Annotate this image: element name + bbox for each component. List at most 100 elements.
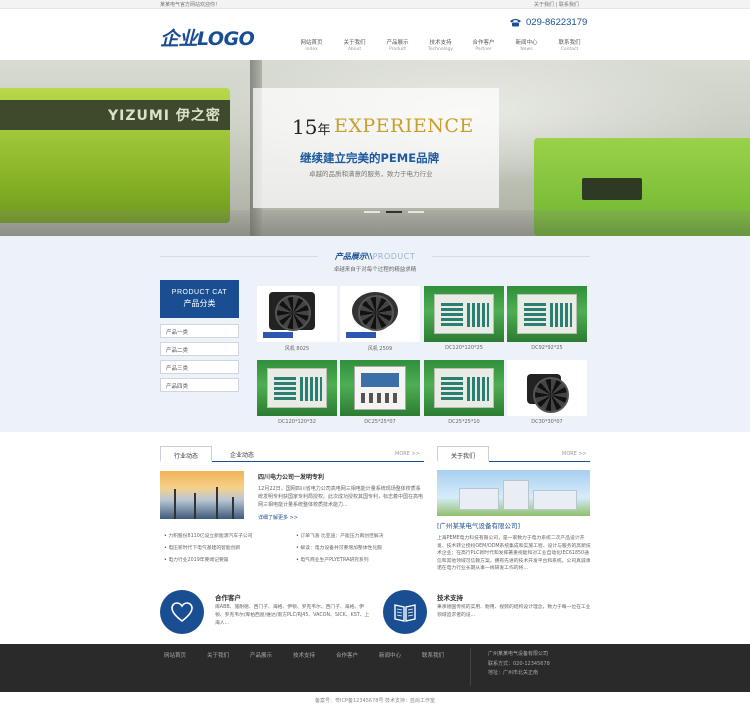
support-text: 秉承德国传统的实用、耐用、视频的结构设计理念，致力于每一位在工业领域追求者的设.… (437, 605, 591, 618)
device-image (434, 294, 494, 334)
nav-item-index[interactable]: 网站首页 Index (290, 40, 333, 53)
footer-link[interactable]: 联系我们 (422, 651, 465, 659)
footer-link[interactable]: 技术支持 (293, 651, 336, 659)
news-list-item[interactable]: 电压新时代下电气基建的智能创新 (164, 544, 240, 551)
product-card[interactable]: DC92*92*25 (507, 286, 587, 351)
product-caption[interactable]: DC25*25*07 (340, 419, 420, 425)
news-list-item[interactable]: 电气商业生产PLYETRA研究系列 (296, 556, 368, 563)
category-item[interactable]: 产品三类 (160, 360, 239, 374)
product-image[interactable] (257, 286, 337, 342)
slider-dots (364, 211, 424, 213)
fan-image (269, 292, 315, 331)
main-nav: 网站首页 Index 关于我们 About 产品展示 Product 技术支持 Tech… (290, 40, 591, 53)
fan-image (527, 374, 569, 413)
heart-icon (171, 602, 193, 623)
device-image (434, 368, 494, 408)
about-text: 上海PEME电力科技有限公司，是一家致力于电力系统二次产品设计开发、技术转让授权… (437, 536, 591, 571)
machine-brand-text: YIZUMI 伊之密 (108, 108, 221, 124)
footer-link[interactable]: 新闻中心 (379, 651, 422, 659)
footer-link[interactable]: 产品展示 (250, 651, 293, 659)
product-image[interactable] (507, 360, 587, 416)
slider-dot-active[interactable] (386, 211, 402, 213)
nav-item-contact[interactable]: 联系我们 Contact (548, 40, 591, 53)
partners-badge (160, 590, 204, 634)
product-image[interactable] (340, 360, 420, 416)
nav-item-technology[interactable]: 技术支持 Technology (419, 40, 462, 53)
product-card[interactable]: DC25*25*07 (340, 360, 420, 425)
banner-overlay (253, 88, 499, 208)
product-image[interactable] (257, 360, 337, 416)
banner-experience: EXPERIENCE (334, 115, 474, 137)
product-caption[interactable]: DC120*120*25 (424, 345, 504, 351)
phone-block: 029-86223179 (509, 17, 587, 28)
phone-number: 029-86223179 (526, 17, 588, 28)
footer-nav: 网站首页 关于我们 产品展示 技术支持 合作客户 新闻中心 联系我们 (164, 651, 465, 659)
footer-phone: 联系方式：020-12345678 (488, 660, 550, 667)
product-image[interactable] (424, 360, 504, 416)
top-links[interactable]: 关于我们 | 联系我们 (534, 1, 579, 8)
product-image[interactable] (340, 286, 420, 342)
product-caption[interactable]: 风机 2509 (340, 345, 420, 352)
category-item[interactable]: 产品四类 (160, 378, 239, 392)
slider-dot[interactable] (408, 211, 424, 213)
news-list-item[interactable]: 解读：电力设备并可要增加整体性化服 (296, 544, 382, 551)
product-card[interactable]: 风机 2509 (340, 286, 420, 352)
slider-dot[interactable] (364, 211, 380, 213)
news-image[interactable] (160, 471, 244, 519)
top-bar: 某某电气官方网站欢迎你！ 关于我们 | 联系我们 (0, 0, 750, 9)
nav-item-news[interactable]: 新闻中心 News (505, 40, 548, 53)
product-card[interactable]: DC30*30*07 (507, 360, 587, 425)
tab-about-us[interactable]: 关于我们 (437, 446, 489, 462)
footer-contact: 广州某某电气设备有限公司 联系方式：020-12345678 地址：广州市北关正… (488, 650, 550, 679)
category-item[interactable]: 产品二类 (160, 342, 239, 356)
company-building-image (437, 470, 590, 516)
footer-address: 地址：广州市北关正南 (488, 670, 539, 676)
fan-image (352, 292, 398, 331)
news-more-link[interactable]: MORE >> (395, 451, 420, 457)
factory-floor (0, 210, 750, 236)
welcome-text: 某某电气官方网站欢迎你！ (160, 2, 221, 8)
product-section-subtitle: 卓越来自于对每个过程的精益求精 (333, 267, 417, 273)
meter-image (354, 366, 406, 410)
news-detail-link[interactable]: 详细了解更多 >> (258, 514, 298, 521)
nav-item-product[interactable]: 产品展示 Product (376, 40, 419, 53)
product-card[interactable]: DC120*120*25 (424, 286, 504, 351)
banner-slogan: 继续建立完美的PEME品牌 (300, 151, 440, 165)
product-card[interactable]: 风机 8025 (257, 286, 337, 352)
news-list-item[interactable]: 订单飞涨 比亚迪：产能压力再创佳解决 (296, 532, 383, 539)
product-caption[interactable]: DC30*30*07 (507, 419, 587, 425)
device-image (267, 368, 327, 408)
news-summary: 12月22日，国网四川省电力公司高电网三相电能计量系统现场整体校质系统发明专利获… (258, 486, 424, 508)
nav-item-about[interactable]: 关于我们 About (333, 40, 376, 53)
product-image[interactable] (507, 286, 587, 342)
product-caption[interactable]: 风机 8025 (257, 345, 337, 352)
footer-company: 广州某某电气设备有限公司 (488, 651, 549, 657)
device-image (517, 294, 577, 334)
footer-link[interactable]: 网站首页 (164, 651, 207, 659)
banner-subtitle: 卓越的品质和满意的服务，致力于电力行业 (309, 170, 433, 178)
product-card[interactable]: DC25*25*10 (424, 360, 504, 425)
product-card[interactable]: DC120*120*32 (257, 360, 337, 425)
support-title: 技术支持 (437, 594, 463, 602)
product-caption[interactable]: DC120*120*32 (257, 419, 337, 425)
product-image[interactable] (424, 286, 504, 342)
footer-link[interactable]: 合作客户 (336, 651, 379, 659)
copyright-bar: 备案号：粤ICP备12345678号 技术支持：蓝尚工作室 (0, 692, 750, 708)
news-list-item[interactable]: 力积股份8110亿设立新能源汽车子公司 (164, 532, 252, 539)
product-caption[interactable]: DC25*25*10 (424, 419, 504, 425)
category-item[interactable]: 产品一类 (160, 324, 239, 338)
logo[interactable]: 企业LOGO (160, 24, 255, 51)
news-list-item[interactable]: 电力行业2019年要闻记要篇 (164, 556, 228, 563)
company-name[interactable]: [广州某某电气设备有限公司] (437, 520, 520, 530)
partners-text: 库ABB、施耐德、西门子、海格、伊顿、罗克韦尔、西门子、海格、伊顿、罗克韦尔/库… (215, 605, 370, 626)
footer-link[interactable]: 关于我们 (207, 651, 250, 659)
partners-title: 合作客户 (215, 594, 241, 602)
product-caption[interactable]: DC92*92*25 (507, 345, 587, 351)
news-headline[interactable]: 四川电力公司一发明专利 (258, 472, 324, 481)
hero-banner: YIZUMI 伊之密 15年 EXPERIENCE 继续建立完美的PEME品牌 … (0, 60, 750, 236)
nav-item-partner[interactable]: 合作客户 Partner (462, 40, 505, 53)
about-more-link[interactable]: MORE >> (562, 451, 587, 457)
tab-company-news[interactable]: 企业动态 (220, 446, 264, 462)
tab-industry-news[interactable]: 行业动态 (160, 446, 212, 462)
category-header: PRODUCT CAT 产品分类 (160, 280, 239, 318)
